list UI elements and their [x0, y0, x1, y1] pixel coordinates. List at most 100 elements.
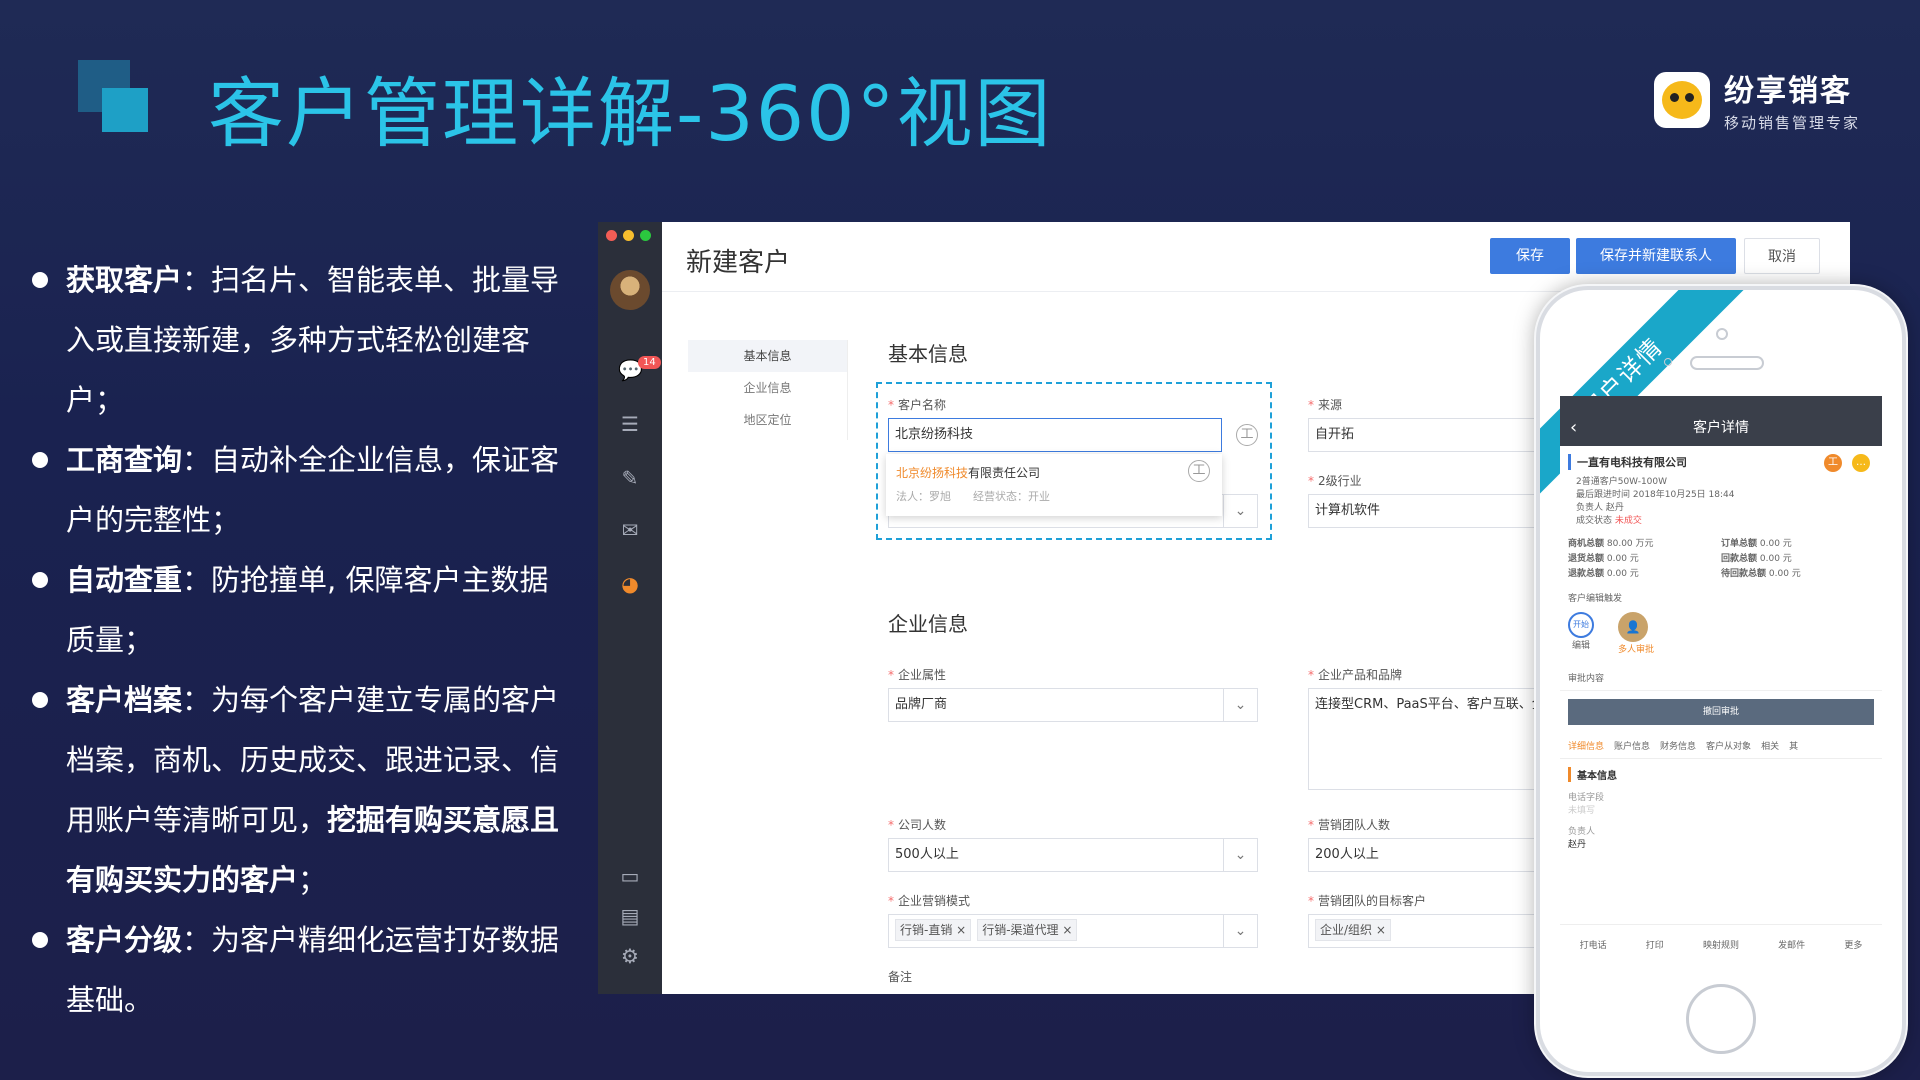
brand-logo: 纷享销客 移动销售管理专家 [1653, 66, 1860, 133]
window-controls [606, 230, 651, 241]
contacts-icon[interactable]: ☰ [618, 412, 642, 436]
business-icon[interactable]: 工 [1824, 454, 1842, 472]
owner-field-value: 赵丹 [1568, 840, 1587, 850]
staff-select[interactable]: 500人以上 ⌄ [888, 838, 1258, 872]
settings-icon[interactable]: ⚙ [618, 944, 642, 968]
target-label: * 营销团队的目标客户 [1308, 894, 1427, 908]
tab-sub-objects[interactable]: 客户从对象 [1706, 739, 1751, 752]
back-icon[interactable]: ‹ [1570, 410, 1577, 446]
unread-badge: 14 [638, 356, 661, 369]
chevron-down-icon: ⌄ [1223, 915, 1257, 947]
tab-related[interactable]: 相关 [1761, 739, 1779, 752]
slide-logo-squares [78, 60, 150, 132]
brand-name: 纷享销客 [1723, 74, 1852, 109]
tab-account[interactable]: 账户信息 [1614, 739, 1650, 752]
source-label: * 来源 [1308, 398, 1343, 412]
sales-team-select[interactable]: 200人以上 [1308, 838, 1568, 872]
phone-field-label: 电话字段 [1568, 793, 1605, 803]
app-sidebar: 💬 14 ☰ ✎ ✉ ◕ ▭ ▤ ⚙ [598, 222, 662, 994]
mapping-action[interactable]: 映射规则 [1703, 938, 1739, 951]
sensor [1664, 358, 1672, 366]
phone-mockup: 客户详情 ‹ 客户详情 一直有电科技有限公司 工 … 2普通客户50W-100W… [1536, 286, 1906, 1076]
pie-chart-icon[interactable]: ◕ [618, 572, 642, 596]
deal-status: 成交状态 未成交 [1576, 516, 1642, 526]
customer-name-input[interactable]: 北京纷扬科技 [888, 418, 1222, 452]
app-header: 新建客户 保存 保存并新建联系人 取消 [662, 222, 1850, 292]
tab-finance[interactable]: 财务信息 [1660, 739, 1696, 752]
minimize-dot[interactable] [623, 230, 634, 241]
business-lookup-icon: 工 [1188, 460, 1210, 482]
bullet-item: 客户分级：为客户精细化运营打好数据基础。 [30, 910, 570, 1030]
tag[interactable]: 行销-直销 × [895, 919, 972, 941]
phone-screen: ‹ 客户详情 一直有电科技有限公司 工 … 2普通客户50W-100W 最后跟进… [1560, 396, 1882, 964]
phone-tabs: 详细信息 账户信息 财务信息 客户从对象 相关 其 [1560, 733, 1882, 759]
last-follow: 最后跟进时间 2018年10月25日 18:44 [1576, 490, 1735, 500]
mail-icon[interactable]: ✉ [618, 518, 642, 542]
sales-team-label: * 营销团队人数 [1308, 818, 1391, 832]
light-square [102, 88, 148, 132]
customer-name-label: * 客户名称 [888, 398, 947, 412]
suggestion-meta: 法人：罗旭 经营状态：开业 [896, 490, 1050, 503]
stat-item: 退货总额 0.00 元 [1568, 554, 1639, 564]
tab-other[interactable]: 其 [1789, 739, 1798, 752]
marketing-mode-select[interactable]: 行销-直销 × 行销-渠道代理 × ⌄ [888, 914, 1258, 948]
remark-label: 备注 [888, 970, 913, 984]
withdraw-approval-button[interactable]: 撤回审批 [1568, 699, 1874, 725]
subnav-company[interactable]: 企业信息 [688, 372, 847, 404]
suggestion-highlight: 北京纷扬科技 [896, 466, 969, 480]
chevron-down-icon: ⌄ [1223, 839, 1257, 871]
stat-item: 订单总额 0.00 元 [1721, 539, 1792, 549]
approval-content[interactable]: 审批内容 [1560, 659, 1882, 691]
tag[interactable]: 行销-渠道代理 × [977, 919, 1078, 941]
tag[interactable]: 企业/组织 × [1315, 919, 1391, 941]
industry-select[interactable]: 计算机软件 [1308, 494, 1568, 528]
calendar-icon[interactable]: ▭ [618, 864, 642, 888]
avatar[interactable] [610, 270, 650, 310]
speaker [1690, 356, 1764, 370]
company-attr-label: * 企业属性 [888, 668, 947, 682]
source-select[interactable]: 自开拓 [1308, 418, 1568, 452]
phone-field-value: 未填写 [1568, 806, 1596, 816]
stat-item: 退款总额 0.00 元 [1568, 569, 1639, 579]
section-company-title: 企业信息 [888, 612, 968, 636]
subnav-location[interactable]: 地区定位 [688, 404, 847, 436]
bullet-item: 客户档案：为每个客户建立专属的客户档案，商机、历史成交、跟进记录、信用账户等清晰… [30, 670, 570, 910]
call-action[interactable]: 打电话 [1580, 938, 1607, 951]
maximize-dot[interactable] [640, 230, 651, 241]
target-select[interactable]: 企业/组织 × [1308, 914, 1568, 948]
home-button[interactable] [1686, 984, 1756, 1054]
flow-edit-label: 编辑 [1571, 641, 1590, 651]
subnav-basic[interactable]: 基本信息 [688, 340, 847, 372]
print-action[interactable]: 打印 [1646, 938, 1664, 951]
close-dot[interactable] [606, 230, 617, 241]
flow-approve-label: 多人审批 [1618, 645, 1655, 655]
products-textarea[interactable]: 连接型CRM、PaaS平台、客户互联、企 [1308, 688, 1568, 790]
staff-label: * 公司人数 [888, 818, 947, 832]
chat-icon[interactable]: … [1852, 454, 1870, 472]
storage-icon[interactable]: ▤ [618, 904, 642, 928]
suggestion-dropdown[interactable]: 北京纷扬科技有限责任公司 法人：罗旭 经营状态：开业 工 [886, 454, 1222, 516]
bullet-item: 获取客户：扫名片、智能表单、批量导入或直接新建，多种方式轻松创建客户； [30, 250, 570, 430]
phone-nav-title: 客户详情 [1693, 420, 1749, 436]
feature-list: 获取客户：扫名片、智能表单、批量导入或直接新建，多种方式轻松创建客户； 工商查询… [30, 250, 570, 1030]
email-action[interactable]: 发邮件 [1778, 938, 1805, 951]
more-action[interactable]: 更多 [1844, 938, 1862, 951]
edit-icon[interactable]: ✎ [618, 466, 642, 490]
brand-slogan: 移动销售管理专家 [1723, 114, 1860, 132]
phone-action-bar: 打电话 打印 映射规则 发邮件 更多 [1560, 924, 1882, 964]
owner: 负责人 赵丹 [1576, 503, 1624, 513]
approver-icon[interactable]: 👤 [1618, 612, 1648, 642]
chevron-down-icon: ⌄ [1223, 495, 1257, 527]
status-bar [1560, 396, 1882, 410]
section-basic-title: 基本信息 [888, 342, 968, 366]
flow-start-node[interactable]: 开始 [1568, 612, 1594, 638]
business-lookup-icon[interactable]: 工 [1236, 424, 1258, 446]
save-new-contact-button[interactable]: 保存并新建联系人 [1576, 238, 1736, 274]
owner-field-label: 负责人 [1568, 827, 1596, 837]
basic-info-title: 基本信息 [1568, 767, 1874, 782]
company-attr-select[interactable]: 品牌厂商 ⌄ [888, 688, 1258, 722]
save-button[interactable]: 保存 [1490, 238, 1570, 274]
cancel-button[interactable]: 取消 [1744, 238, 1820, 274]
tab-detail[interactable]: 详细信息 [1568, 739, 1604, 752]
industry-label: * 2级行业 [1308, 474, 1362, 488]
